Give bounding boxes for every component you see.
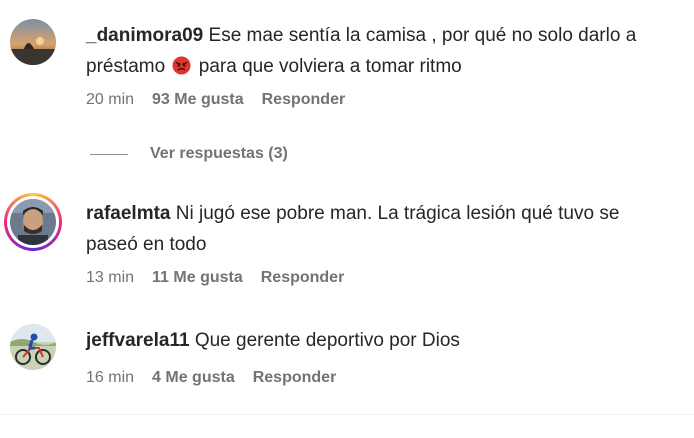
comment-meta: 20 min 93 Me gusta Responder [86,90,345,110]
bottom-divider [0,414,694,415]
comment-likes[interactable]: 93 Me gusta [152,91,244,109]
reply-button[interactable]: Responder [253,369,337,387]
comment-body: _danimora09 Ese mae sentía la camisa , p… [86,20,676,82]
angry-face-icon [172,56,192,75]
replies-divider-line [90,153,128,155]
comment-body: jeffvarela11 Que gerente deportivo por D… [86,325,676,356]
comment-time: 13 min [86,269,135,286]
comment-text: Que gerente deportivo por Dios [194,330,460,351]
view-replies-label: Ver respuestas (3) [150,145,288,162]
comment-time: 16 min [86,369,135,386]
comment-body: rafaelmta Ni jugó ese pobre man. La trág… [86,198,676,260]
comment-likes[interactable]: 11 Me gusta [152,269,243,287]
reply-button[interactable]: Responder [261,269,345,287]
avatar-image [10,324,56,370]
reply-button[interactable]: Responder [262,91,346,109]
comments-list: _danimora09 Ese mae sentía la camisa , p… [0,0,694,438]
comment-text-continued: para que volviera a tomar ritmo [198,56,462,77]
comment-likes[interactable]: 4 Me gusta [152,369,235,387]
comment-meta: 13 min 11 Me gusta Responder [86,268,344,288]
avatar[interactable] [10,19,56,65]
comment-username[interactable]: _danimora09 [86,25,203,46]
avatar-image [10,19,56,65]
view-replies-button[interactable]: Ver respuestas (3) [90,144,288,164]
comment-meta: 16 min 4 Me gusta Responder [86,368,336,388]
comment-username[interactable]: jeffvarela11 [86,330,190,351]
comment-username[interactable]: rafaelmta [86,203,171,224]
comment-time: 20 min [86,91,135,108]
avatar[interactable] [10,324,56,370]
avatar [10,199,56,245]
story-ring[interactable] [4,193,62,251]
avatar-image [10,199,56,245]
